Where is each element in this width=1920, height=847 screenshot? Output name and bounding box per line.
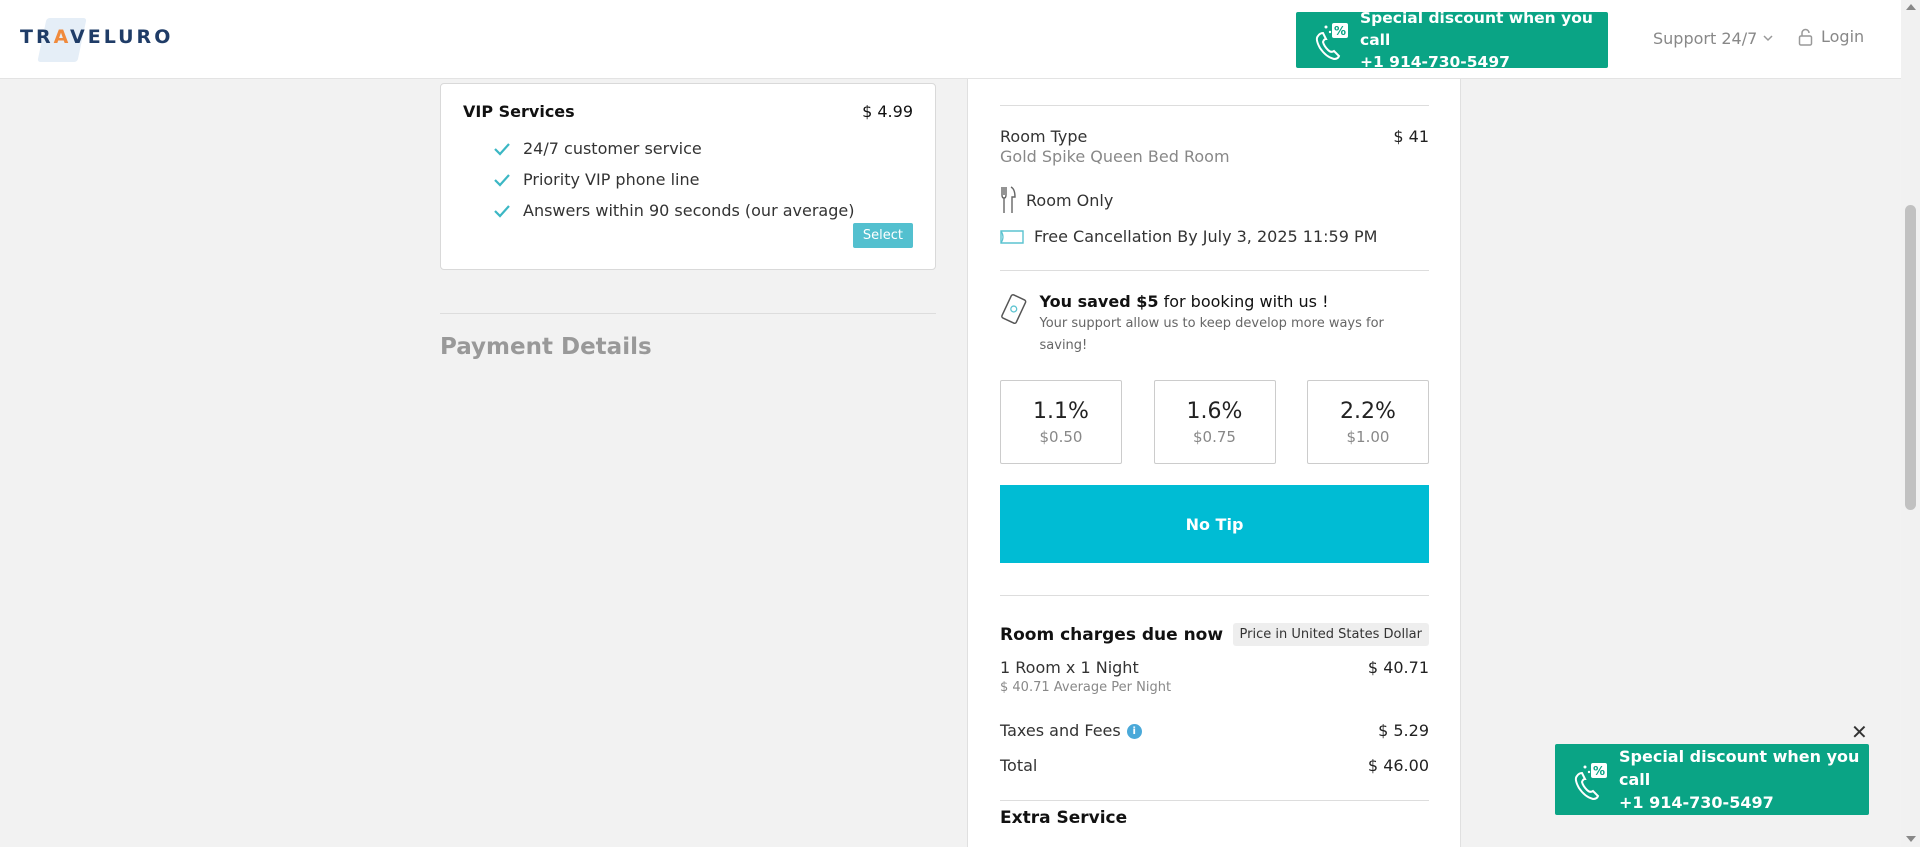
tip-option[interactable]: 1.1% $0.50 [1000,380,1122,464]
vip-feature: Priority VIP phone line [493,164,913,195]
tip-option[interactable]: 2.2% $1.00 [1307,380,1429,464]
ticket-icon [1000,229,1024,244]
scrollbar-thumb[interactable] [1905,205,1916,510]
avg-per-night: $ 40.71 Average Per Night [1000,680,1172,695]
saved-text: for booking with us ! [1158,292,1329,311]
extra-service-title: Extra Service [1000,808,1128,828]
divider [1000,105,1429,106]
currency-badge: Price in United States Dollar [1232,623,1429,646]
room-type-value: Gold Spike Queen Bed Room [1000,147,1230,166]
vip-services-card: VIP Services $ 4.99 24/7 customer servic… [440,83,936,270]
room-type-price: $ 41 [1393,127,1429,146]
left-column: VIP Services $ 4.99 24/7 customer servic… [440,83,936,360]
room-charges-header: Room charges due now Price in United Sta… [1000,623,1429,646]
vip-feature: 24/7 customer service [493,133,913,164]
phone-discount-icon: % [1574,762,1607,800]
check-icon [494,204,510,218]
divider [1000,800,1429,801]
total-label: Total [1000,756,1038,775]
vip-feature: Answers within 90 seconds (our average) [493,195,913,226]
taxes-value: $ 5.29 [1378,721,1429,740]
promo-text: Special discount when you call +1 914-73… [1619,747,1860,812]
support-note: Your support allow us to keep develop mo… [1039,316,1384,353]
scroll-down-arrow[interactable] [1906,836,1916,842]
extra-service-section: Extra Service [1000,808,1429,828]
savings-note: You saved $5 for booking with us ! Your … [1000,292,1429,357]
room-type-label: Room Type [1000,127,1088,146]
vip-feature-list: 24/7 customer service Priority VIP phone… [493,133,913,226]
login-button[interactable]: Login [1798,27,1864,46]
chevron-down-icon [1763,35,1773,42]
info-icon[interactable]: i [1126,724,1142,739]
discount-tag-icon [1001,294,1027,325]
booking-summary-panel: Room Type $ 41 Gold Spike Queen Bed Room… [967,0,1461,847]
lock-icon [1798,28,1813,46]
room-charges-title: Room charges due now [1000,624,1224,645]
vip-title: VIP Services [463,102,575,121]
vip-price: $ 4.99 [862,102,913,121]
room-type-section: Room Type $ 41 Gold Spike Queen Bed Room [1000,127,1429,166]
fork-knife-icon [1001,186,1016,213]
page-scrollbar[interactable] [1901,0,1920,847]
payment-details-title: Payment Details [440,334,652,360]
vip-select-button[interactable]: Select [852,223,913,248]
phone-discount-icon: % [1315,23,1348,61]
svg-text:%: % [1593,764,1605,778]
divider [1000,595,1429,596]
tip-option[interactable]: 1.6% $0.75 [1153,380,1276,464]
room-nights-line: 1 Room x 1 Night $ 40.71 $ 40.71 Average… [1000,658,1429,695]
check-icon [494,173,510,187]
logo-text: TRAVELURO [20,26,174,48]
traveluro-logo[interactable]: TRAVELURO [20,18,174,62]
divider [1000,270,1429,271]
saved-amount: You saved $5 [1039,292,1159,311]
meal-plan: Room Only [1000,186,1429,214]
site-header: TRAVELURO % Special discount when you ca… [0,0,1901,79]
total-value: $ 46.00 [1367,756,1429,775]
svg-text:%: % [1334,24,1346,38]
cancellation-policy: Free Cancellation By July 3, 2025 11:59 … [1000,227,1429,246]
total-line: Total $ 46.00 [1000,756,1429,775]
promo-text: Special discount when you call +1 914-73… [1360,9,1593,71]
tip-options: 1.1% $0.50 1.6% $0.75 2.2% $1.00 [1000,380,1429,464]
taxes-label: Taxes and Fees [1000,721,1121,740]
no-tip-button[interactable]: No Tip [1000,485,1429,563]
call-discount-popup[interactable]: % Special discount when you call +1 914-… [1555,744,1869,815]
scroll-up-arrow[interactable] [1906,4,1916,10]
close-icon[interactable]: ✕ [1851,720,1868,744]
divider [440,313,936,314]
check-icon [494,142,510,156]
call-discount-banner[interactable]: % Special discount when you call +1 914-… [1296,9,1608,71]
taxes-line: Taxes and Fees i $ 5.29 [1000,721,1429,740]
support-dropdown[interactable]: Support 24/7 [1653,29,1773,48]
